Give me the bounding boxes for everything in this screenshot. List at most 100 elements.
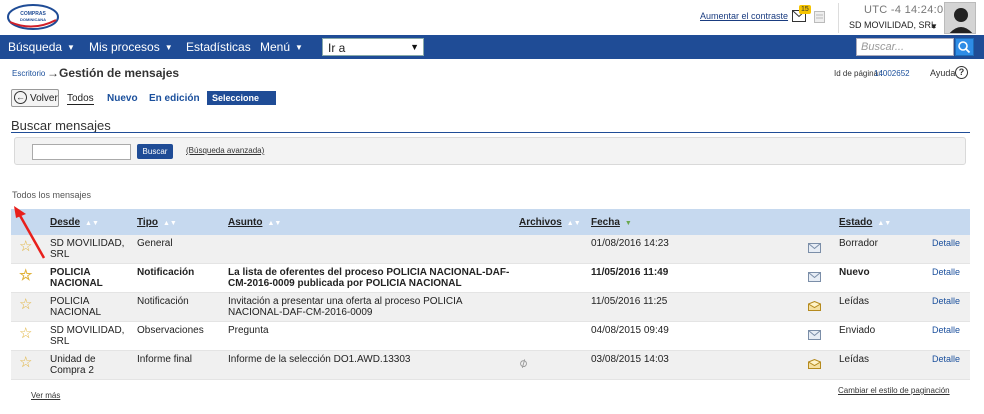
cell-tipo: Notificación bbox=[137, 267, 195, 278]
star-icon[interactable]: ☆ bbox=[19, 355, 32, 370]
cell-desde: POLICIA NACIONAL bbox=[50, 296, 102, 318]
tab-todos[interactable]: Todos bbox=[67, 93, 94, 105]
sort-icon: ▲▼ bbox=[162, 220, 177, 227]
column-header-archivos[interactable]: Archivos ▲▼ bbox=[519, 217, 581, 228]
detail-link[interactable]: Detalle bbox=[932, 354, 960, 365]
column-header-fecha[interactable]: Fecha ▼ bbox=[591, 217, 632, 228]
envelope-icon bbox=[808, 243, 821, 253]
contrast-link[interactable]: Aumentar el contraste bbox=[700, 11, 788, 21]
sort-desc-icon: ▼ bbox=[624, 220, 632, 227]
search-icon bbox=[958, 41, 971, 54]
table-row[interactable]: ☆ POLICIA NACIONAL Notificación Invitación … bbox=[11, 293, 970, 322]
pagination-style-link[interactable]: Cambiar el estilo de paginación bbox=[838, 386, 950, 395]
cell-tipo: Observaciones bbox=[137, 325, 204, 336]
organization-selector[interactable]: SD MOVILIDAD, SRL bbox=[849, 20, 936, 30]
star-icon[interactable]: ☆ bbox=[19, 297, 32, 312]
cell-fecha: 01/08/2016 14:23 bbox=[591, 238, 669, 249]
sort-icon: ▲▼ bbox=[566, 220, 581, 227]
search-messages-button[interactable]: Buscar bbox=[137, 144, 173, 159]
cell-asunto[interactable]: Pregunta bbox=[228, 325, 518, 336]
sort-icon: ▲▼ bbox=[267, 220, 282, 227]
sort-icon: ▲▼ bbox=[85, 220, 99, 227]
detail-link[interactable]: Detalle bbox=[932, 325, 960, 336]
back-button[interactable]: ← Volver bbox=[11, 89, 59, 107]
tab-nuevo[interactable]: Nuevo bbox=[107, 93, 138, 104]
caret-down-icon: ▼ bbox=[67, 43, 75, 52]
search-button[interactable] bbox=[955, 38, 974, 56]
envelope-icon bbox=[808, 272, 821, 282]
page-title: Gestión de mensajes bbox=[59, 66, 180, 80]
caret-down-icon: ▼ bbox=[410, 42, 419, 52]
nav-busqueda[interactable]: Búsqueda ▼ bbox=[8, 40, 75, 54]
user-info: UTC -4 14:24:03 SD MOVILIDAD, SRL ▼ bbox=[838, 3, 950, 33]
star-icon[interactable]: ☆ bbox=[19, 268, 32, 283]
cell-asunto[interactable]: Informe de la selección DO1.AWD.13303 bbox=[228, 354, 518, 365]
nav-menu[interactable]: Menú ▼ bbox=[260, 40, 303, 54]
table-row[interactable]: ☆ Unidad de Compra 2 Informe final Informe … bbox=[11, 351, 970, 380]
envelope-open-icon bbox=[808, 359, 821, 369]
nav-estadisticas[interactable]: Estadísticas bbox=[186, 40, 251, 54]
cell-desde: SD MOVILIDAD, SRL bbox=[50, 238, 125, 260]
goto-select[interactable]: Ir a ▼ bbox=[322, 38, 424, 56]
column-header-estado[interactable]: Estado ▲▼ bbox=[839, 217, 891, 228]
help-link[interactable]: Ayuda bbox=[930, 68, 955, 78]
search-section-title: Buscar mensajes bbox=[11, 118, 111, 133]
cell-asunto[interactable]: La lista de oferentes del proceso POLICI… bbox=[228, 267, 518, 289]
detail-link[interactable]: Detalle bbox=[932, 296, 960, 307]
table-row[interactable]: ☆ SD MOVILIDAD, SRL Observaciones Pregunta 0… bbox=[11, 322, 970, 351]
cell-fecha: 03/08/2015 14:03 bbox=[591, 354, 669, 365]
sort-icon: ▲▼ bbox=[877, 220, 892, 227]
cell-desde: SD MOVILIDAD, SRL bbox=[50, 325, 125, 347]
detail-link[interactable]: Detalle bbox=[932, 267, 960, 278]
top-header: COMPRAS DOMINICANA Aumentar el contraste… bbox=[0, 0, 984, 34]
star-icon[interactable]: ☆ bbox=[19, 326, 32, 341]
detail-link[interactable]: Detalle bbox=[932, 238, 960, 249]
section-divider bbox=[11, 132, 970, 133]
caret-down-icon: ▼ bbox=[295, 43, 303, 52]
cell-tipo: Notificación bbox=[137, 296, 189, 307]
cell-estado: Leídas bbox=[839, 354, 870, 365]
caret-down-icon[interactable]: ▼ bbox=[930, 22, 938, 31]
envelope-open-icon bbox=[808, 301, 821, 311]
annotation-arrow-icon bbox=[14, 206, 46, 259]
table-row[interactable]: ☆ POLICIA NACIONAL Notificación La lista de… bbox=[11, 264, 970, 293]
cell-estado: Enviado bbox=[839, 325, 876, 336]
main-nav: Búsqueda ▼ Mis procesos ▼ Estadísticas Men… bbox=[0, 35, 984, 59]
column-header-desde[interactable]: Desde ▲▼ bbox=[50, 217, 99, 228]
cell-estado: Borrador bbox=[839, 238, 878, 249]
mail-count-badge: 15 bbox=[799, 5, 811, 14]
nav-mis-procesos[interactable]: Mis procesos ▼ bbox=[89, 40, 173, 54]
arrow-left-icon: ← bbox=[14, 91, 27, 104]
avatar[interactable] bbox=[944, 2, 976, 34]
cell-estado: Leídas bbox=[839, 296, 870, 307]
document-icon[interactable] bbox=[814, 11, 825, 23]
cell-fecha: 04/08/2015 09:49 bbox=[591, 325, 669, 336]
breadcrumb-escritorio[interactable]: Escritorio bbox=[12, 69, 45, 78]
compras-dominicana-logo[interactable]: COMPRAS DOMINICANA bbox=[6, 2, 60, 32]
cell-asunto[interactable]: Invitación a presentar una oferta al pro… bbox=[228, 296, 518, 318]
tab-en-edicion[interactable]: En edición bbox=[149, 93, 200, 104]
advanced-search-link[interactable]: (Búsqueda avanzada) bbox=[186, 146, 264, 155]
cell-fecha: 11/05/2016 11:25 bbox=[591, 296, 668, 307]
column-header-tipo[interactable]: Tipo ▲▼ bbox=[137, 217, 177, 228]
message-search-input[interactable] bbox=[32, 144, 131, 160]
caret-down-icon: ▼ bbox=[164, 43, 173, 52]
table-row[interactable]: ☆ SD MOVILIDAD, SRL General 01/08/2016 14:2… bbox=[11, 235, 970, 264]
search-input[interactable]: Buscar... bbox=[856, 38, 954, 56]
cell-tipo: General bbox=[137, 238, 173, 249]
envelope-icon bbox=[808, 330, 821, 340]
cell-desde: Unidad de Compra 2 bbox=[50, 354, 96, 376]
column-header-asunto[interactable]: Asunto ▲▼ bbox=[228, 217, 281, 228]
cell-tipo: Informe final bbox=[137, 354, 193, 365]
page-id-link[interactable]: 14002652 bbox=[874, 69, 910, 78]
help-icon[interactable]: ? bbox=[955, 66, 968, 79]
paperclip-icon[interactable]: ⌀ bbox=[516, 354, 530, 371]
svg-text:DOMINICANA: DOMINICANA bbox=[20, 17, 46, 22]
cell-desde: POLICIA NACIONAL bbox=[50, 267, 103, 289]
breadcrumb-arrow: → bbox=[47, 66, 59, 80]
clock: UTC -4 14:24:03 bbox=[864, 4, 950, 16]
search-panel: Buscar (Búsqueda avanzada) bbox=[14, 137, 966, 165]
cell-estado: Nuevo bbox=[839, 267, 870, 278]
show-more-link[interactable]: Ver más bbox=[31, 391, 60, 400]
bulk-action-select[interactable]: Seleccione bbox=[207, 91, 276, 105]
